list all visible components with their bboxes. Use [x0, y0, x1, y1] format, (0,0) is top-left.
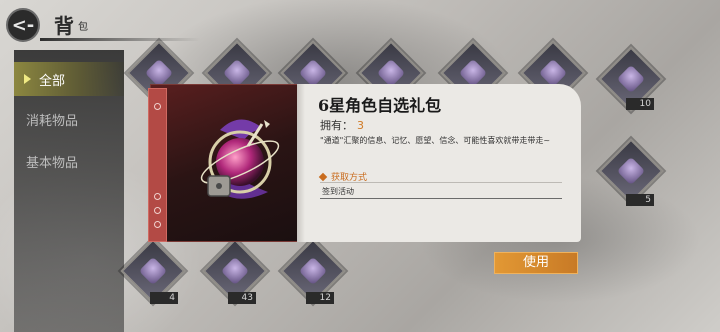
tab-basic-items[interactable]: 基本物品	[14, 144, 124, 178]
owned-count: 拥有： 3	[320, 117, 364, 133]
source-item[interactable]: 签到活动	[322, 186, 354, 197]
tab-all[interactable]: 全部	[14, 62, 124, 96]
tab-label: 消耗物品	[26, 113, 79, 129]
owned-label: 拥有：	[320, 119, 353, 132]
page-title: 背	[54, 14, 74, 38]
divider	[320, 182, 562, 183]
bar-dot	[154, 207, 161, 214]
bar-dot	[154, 103, 161, 110]
gift-orb-icon	[200, 119, 280, 199]
item-description: "通道"汇聚的信息、记忆、愿望、信念、可能性喜欢就带走带走~	[320, 136, 551, 145]
item-count-badge: 12	[306, 292, 334, 304]
use-button[interactable]: 使用	[494, 252, 578, 274]
active-tab-indicator-icon	[24, 74, 31, 84]
header-divider	[40, 38, 200, 41]
sidebar: 全部 消耗物品 基本物品	[14, 50, 124, 332]
item-count-badge: 43	[228, 292, 256, 304]
item-count-badge: 5	[626, 194, 654, 206]
page-subtitle: 包	[78, 22, 88, 33]
bar-dot	[154, 221, 161, 228]
item-art-side-bar	[148, 88, 167, 242]
back-button[interactable]: <-	[6, 8, 40, 42]
divider	[320, 198, 562, 199]
item-count-badge: 10	[626, 98, 654, 110]
bar-dot	[154, 193, 161, 200]
diamond-icon	[318, 172, 328, 182]
tab-label: 全部	[39, 73, 66, 89]
back-arrow-icon: <-	[11, 14, 35, 36]
tab-label: 基本物品	[26, 155, 79, 171]
item-count-badge: 4	[150, 292, 178, 304]
tab-consumables[interactable]: 消耗物品	[14, 102, 124, 136]
owned-value: 3	[357, 119, 364, 132]
item-name: 6星角色自选礼包	[318, 96, 442, 115]
